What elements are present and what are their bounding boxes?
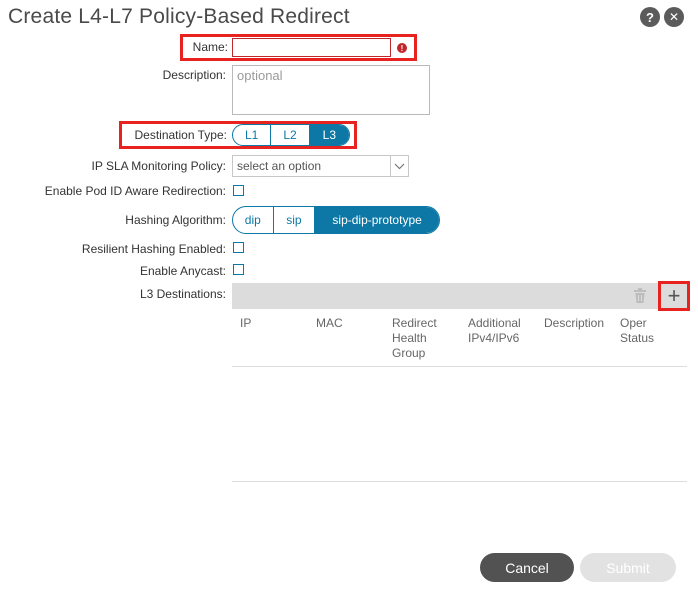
table-body	[232, 367, 687, 481]
pod-id-label: Enable Pod ID Aware Redirection:	[44, 184, 226, 198]
plus-icon: +	[667, 283, 681, 308]
column-header-text: Health	[392, 331, 427, 345]
l3-destinations-toolbar	[232, 283, 687, 309]
column-header-text: Description	[544, 316, 605, 330]
column-header-text: Redirect	[392, 316, 437, 330]
name-label: Name:	[192, 40, 228, 54]
column-header-redirect-health-group[interactable]: Redirect Health Group	[392, 316, 437, 361]
destination-type-toggle: L1 L2 L3	[232, 124, 350, 146]
chevron-down-icon[interactable]	[390, 156, 408, 176]
column-header-text: Status	[620, 331, 655, 345]
help-button[interactable]: ?	[640, 7, 660, 27]
column-header-additional-ipv4-ipv6[interactable]: Additional IPv4/IPv6	[468, 316, 521, 346]
hashing-algorithm-label: Hashing Algorithm:	[125, 213, 226, 227]
description-placeholder: optional	[237, 68, 283, 83]
hashing-option-sip-dip-prototype[interactable]: sip-dip-prototype	[315, 207, 439, 233]
pod-id-checkbox[interactable]	[233, 185, 244, 196]
column-header-text: MAC	[316, 316, 343, 330]
destination-type-option-l1[interactable]: L1	[233, 125, 272, 145]
trash-icon[interactable]	[633, 288, 647, 309]
help-icon: ?	[646, 9, 654, 25]
table-bottom-divider	[232, 481, 687, 482]
dialog-title: Create L4-L7 Policy-Based Redirect	[8, 5, 350, 28]
column-header-oper-status[interactable]: Oper Status	[620, 316, 654, 346]
close-icon: ✕	[668, 10, 680, 24]
column-header-text: Additional	[468, 316, 521, 330]
destination-type-option-l3[interactable]: L3	[309, 125, 349, 145]
anycast-label: Enable Anycast:	[139, 264, 226, 278]
ip-sla-label: IP SLA Monitoring Policy:	[91, 159, 226, 173]
cancel-button[interactable]: Cancel	[480, 553, 574, 582]
column-header-text: IP	[240, 316, 252, 330]
description-textarea[interactable]: optional	[232, 65, 430, 115]
hashing-option-dip[interactable]: dip	[233, 207, 274, 233]
add-button[interactable]: +	[662, 285, 686, 307]
column-header-ip[interactable]: IP	[240, 316, 251, 331]
l3-destinations-label: L3 Destinations:	[139, 287, 226, 301]
description-label: Description:	[162, 68, 226, 82]
submit-button[interactable]: Submit	[580, 553, 676, 582]
close-button[interactable]: ✕	[664, 7, 684, 27]
column-header-text: IPv4/IPv6	[468, 331, 520, 345]
hashing-algorithm-toggle: dip sip sip-dip-prototype	[232, 206, 440, 234]
ip-sla-placeholder: select an option	[237, 159, 322, 173]
ip-sla-select[interactable]: select an option	[232, 155, 409, 177]
column-header-text: Group	[392, 346, 426, 360]
destination-type-label: Destination Type:	[134, 128, 227, 142]
name-input[interactable]	[232, 38, 391, 57]
column-header-text: Oper	[620, 316, 647, 330]
resilient-hashing-checkbox[interactable]	[233, 242, 244, 253]
column-header-mac[interactable]: MAC	[316, 316, 343, 331]
column-header-description[interactable]: Description	[544, 316, 604, 331]
hashing-option-sip[interactable]: sip	[274, 207, 316, 233]
error-icon: !	[397, 43, 407, 53]
resilient-hashing-label: Resilient Hashing Enabled:	[81, 242, 226, 256]
anycast-checkbox[interactable]	[233, 264, 244, 275]
destination-type-option-l2[interactable]: L2	[271, 125, 310, 145]
